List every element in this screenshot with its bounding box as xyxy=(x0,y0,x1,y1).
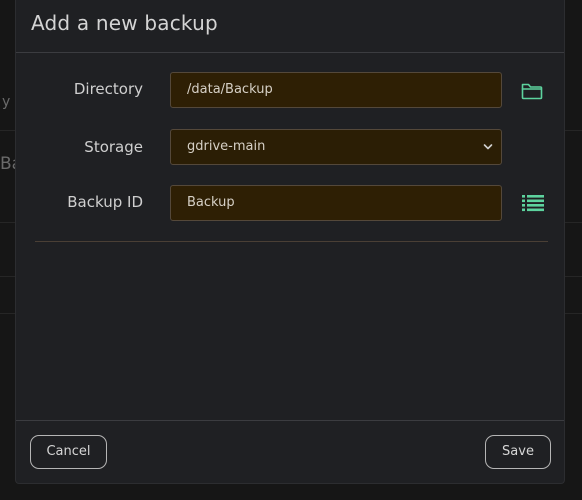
backup-id-input[interactable]: Backup xyxy=(170,185,502,221)
chevron-down-icon xyxy=(483,130,493,179)
form-divider xyxy=(35,241,548,242)
folder-icon[interactable] xyxy=(520,79,544,103)
list-icon[interactable] xyxy=(520,191,544,215)
backdrop-text-fragment: y xyxy=(2,94,11,110)
footer-divider xyxy=(16,420,564,421)
directory-label: Directory xyxy=(73,80,143,98)
directory-value: /data/Backup xyxy=(187,82,273,97)
backup-id-value: Backup xyxy=(187,195,235,210)
dialog-title: Add a new backup xyxy=(31,11,218,35)
storage-label: Storage xyxy=(84,138,143,156)
cancel-button[interactable]: Cancel xyxy=(30,435,107,469)
add-backup-dialog: Add a new backup Directory /data/Backup … xyxy=(15,0,565,484)
storage-selected-value: gdrive-main xyxy=(187,139,266,154)
directory-input[interactable]: /data/Backup xyxy=(170,72,502,108)
storage-select[interactable]: gdrive-main xyxy=(170,129,502,165)
save-button[interactable]: Save xyxy=(485,435,551,469)
header-divider xyxy=(16,52,564,53)
backup-id-label: Backup ID xyxy=(67,193,143,211)
